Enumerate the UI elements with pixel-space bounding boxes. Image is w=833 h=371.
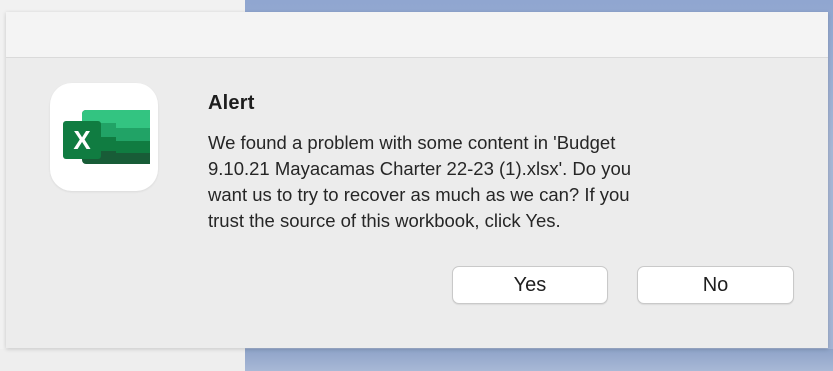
excel-x-letter: X bbox=[73, 125, 91, 155]
dialog-titlebar bbox=[6, 12, 828, 58]
excel-app-icon: X bbox=[50, 83, 158, 191]
background-bottom-left bbox=[0, 349, 245, 371]
no-button[interactable]: No bbox=[637, 266, 794, 304]
excel-logo-icon: X bbox=[63, 110, 150, 164]
alert-message-line-2: 9.10.21 Mayacamas Charter 22-23 (1).xlsx… bbox=[208, 158, 632, 179]
alert-message-line-3: want us to try to recover as much as we … bbox=[208, 184, 630, 205]
alert-message-line-1: We found a problem with some content in … bbox=[208, 132, 616, 153]
alert-message-line-4: trust the source of this workbook, click… bbox=[208, 210, 561, 231]
yes-button[interactable]: Yes bbox=[452, 266, 608, 304]
background-bottom-right bbox=[245, 349, 833, 371]
alert-title: Alert bbox=[208, 92, 255, 114]
alert-message: We found a problem with some content in … bbox=[208, 130, 768, 234]
